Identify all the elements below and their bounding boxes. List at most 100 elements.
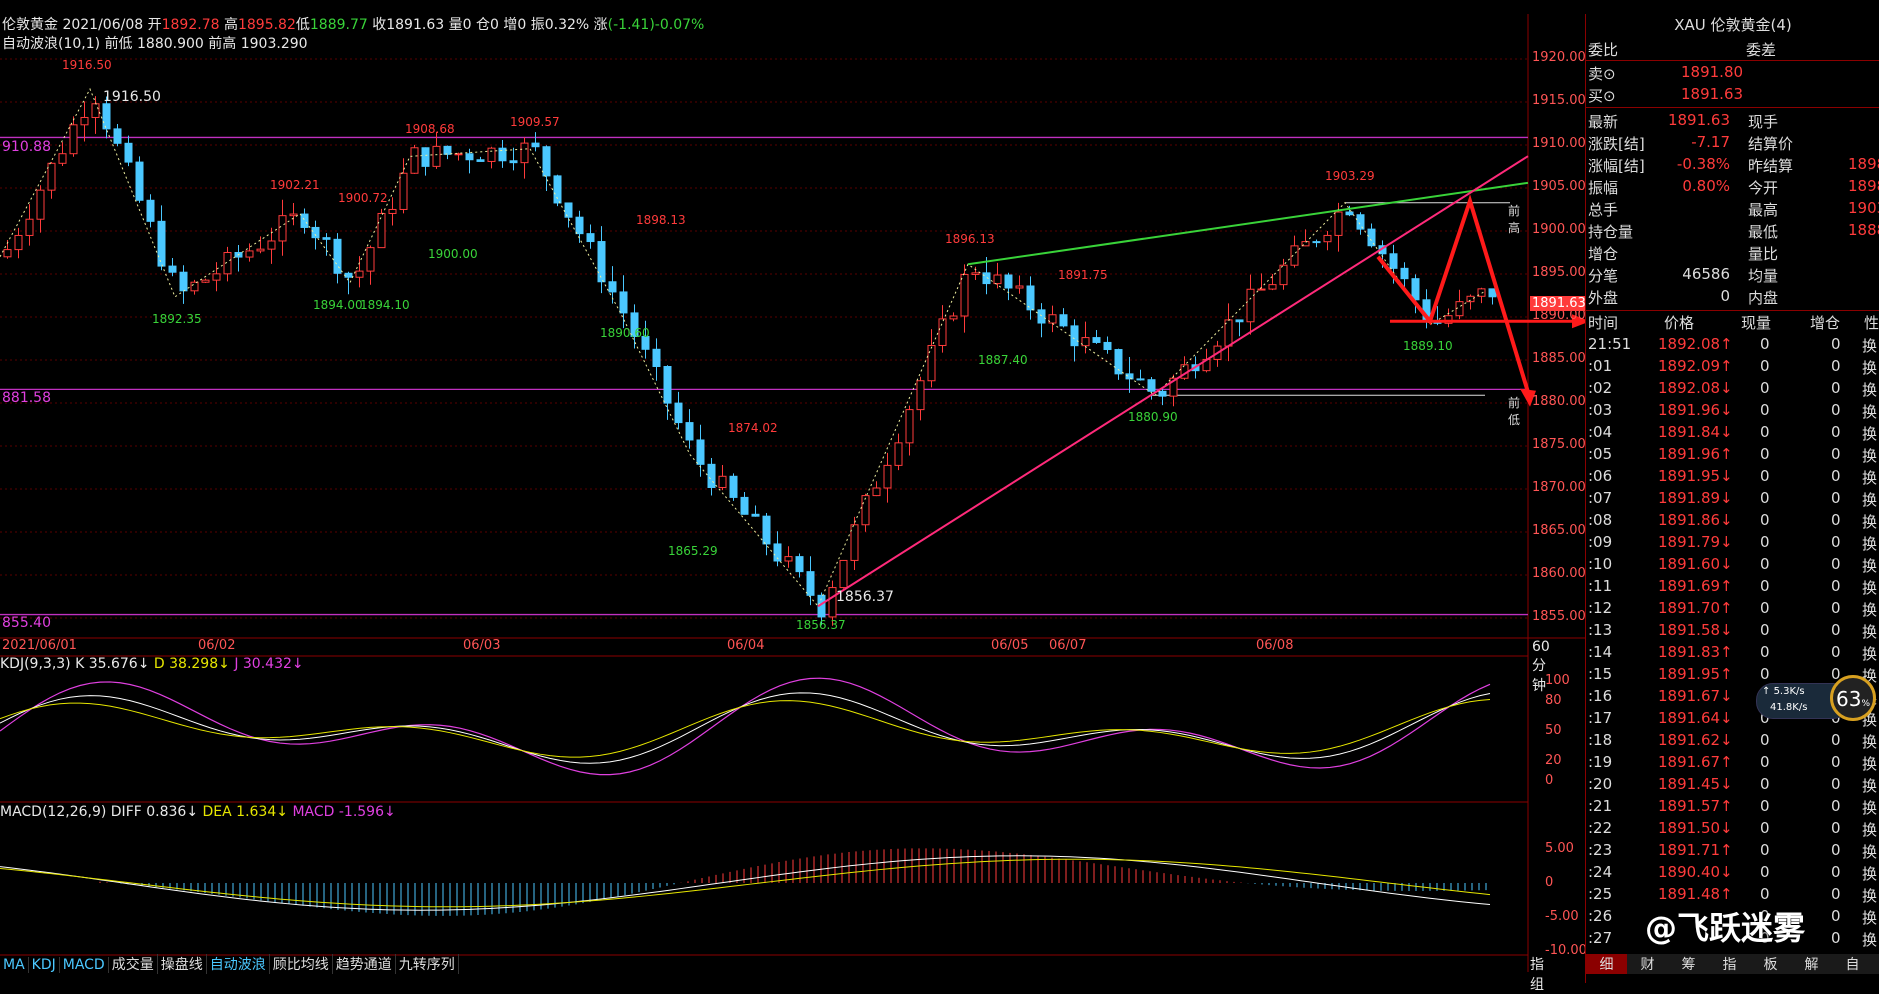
tick-time: :24 [1588, 863, 1613, 881]
wave-label: 1865.29 [668, 544, 718, 558]
candle-body [872, 487, 881, 497]
tick-nature: 换 [1862, 887, 1878, 905]
wave-label: 1894.10 [360, 298, 410, 312]
tick-row[interactable]: :07 1891.89↓ 0 0 换 [1586, 489, 1879, 511]
tick-nature: 换 [1862, 447, 1878, 465]
candle-body [729, 475, 738, 498]
sell-row[interactable]: 卖⊙ 1891.80 [1586, 62, 1879, 84]
candle-body [586, 233, 595, 243]
weicha-label: 委差 [1746, 41, 1777, 59]
tick-row[interactable]: :02 1892.08↓ 0 0 换 [1586, 379, 1879, 401]
indicator-tab[interactable]: 自动波浪 [207, 954, 270, 974]
tick-row[interactable]: :20 1891.45↓ 0 0 换 [1586, 775, 1879, 797]
stat-label2: 均量 [1748, 267, 1779, 285]
gauge-pct-value: 63 [1836, 687, 1862, 711]
panel-tab[interactable]: 财 [1627, 954, 1668, 974]
buy-row[interactable]: 买⊙ 1891.63 [1586, 84, 1879, 106]
tick-row[interactable]: :23 1891.71↑ 0 0 换 [1586, 841, 1879, 863]
tick-price: 1891.86↓ [1658, 511, 1733, 529]
wave-label: 1898.13 [636, 213, 686, 227]
candlestick-chart[interactable] [0, 0, 1585, 983]
indicator-tab[interactable]: 成交量 [109, 954, 158, 974]
tick-row[interactable]: :18 1891.62↓ 0 0 换 [1586, 731, 1879, 753]
price-axis-label: 1920.00 [1532, 50, 1586, 65]
tick-row[interactable]: :11 1891.69↑ 0 0 换 [1586, 577, 1879, 599]
candle-body [124, 142, 133, 163]
chart-area[interactable]: 伦敦黄金 2021/06/08 开1892.78 高1895.82低1889.7… [0, 0, 1588, 993]
tick-time: :03 [1588, 401, 1613, 419]
price-axis-label: 1880.00 [1532, 394, 1586, 409]
tick-row[interactable]: :14 1891.83↑ 0 0 换 [1586, 643, 1879, 665]
stat-value: 0 [1720, 287, 1730, 305]
indicator-tab[interactable]: 顾比均线 [270, 954, 333, 974]
candle-body [487, 147, 496, 162]
indicator-tab[interactable]: MACD [60, 957, 109, 973]
date-axis-label: 2021/06/01 [2, 638, 77, 653]
tick-row[interactable]: :10 1891.60↓ 0 0 换 [1586, 555, 1879, 577]
wave-label: 1880.90 [1128, 410, 1178, 424]
tick-row[interactable]: :06 1891.95↓ 0 0 换 [1586, 467, 1879, 489]
tick-row[interactable]: :04 1891.84↓ 0 0 换 [1586, 423, 1879, 445]
panel-tab[interactable]: 指 [1709, 954, 1750, 974]
candle-body [971, 272, 980, 275]
tick-oi: 0 [1831, 511, 1841, 529]
kdj-j-line [0, 677, 1491, 776]
tick-row[interactable]: :12 1891.70↑ 0 0 换 [1586, 599, 1879, 621]
kdj-header: KDJ(9,3,3) K 35.676↓ D 38.298↓ J 30.432↓ [0, 656, 304, 672]
wave-label: 1887.40 [978, 353, 1028, 367]
candle-body [454, 153, 463, 156]
candle-body [1312, 241, 1321, 244]
tick-row[interactable]: 21:51 1892.08↑ 0 0 换 [1586, 335, 1879, 357]
panel-tab[interactable]: 筹 [1668, 954, 1709, 974]
tick-volume: 0 [1760, 775, 1770, 793]
indicator-tab[interactable]: 九转序列 [396, 954, 459, 974]
macd-diff-line [0, 855, 1491, 911]
candle-body [894, 442, 903, 466]
kdj-d-line [0, 699, 1491, 758]
bottom-right-label[interactable]: 指 组 [1530, 954, 1544, 994]
volume-label: 量 [448, 17, 463, 33]
panel-tab[interactable]: 解 [1791, 954, 1832, 974]
panel-tab[interactable]: 板 [1750, 954, 1791, 974]
tick-row[interactable]: :01 1892.09↑ 0 0 换 [1586, 357, 1879, 379]
candle-body [432, 145, 441, 167]
indicator-tab[interactable]: KDJ [29, 957, 60, 973]
candle-body [1048, 314, 1057, 324]
tick-row[interactable]: :03 1891.96↓ 0 0 换 [1586, 401, 1879, 423]
tick-row[interactable]: :22 1891.50↓ 0 0 换 [1586, 819, 1879, 841]
tick-row[interactable]: :21 1891.57↑ 0 0 换 [1586, 797, 1879, 819]
divider [1586, 107, 1879, 108]
indicator-tab[interactable]: 趋势通道 [333, 954, 396, 974]
tick-price: 1892.09↑ [1658, 357, 1733, 375]
tick-price: 1891.45↓ [1658, 775, 1733, 793]
tick-row[interactable]: :19 1891.67↑ 0 0 换 [1586, 753, 1879, 775]
tick-row[interactable]: :09 1891.79↓ 0 0 换 [1586, 533, 1879, 555]
tick-row[interactable]: :05 1891.96↑ 0 0 换 [1586, 445, 1879, 467]
tick-oi: 0 [1831, 445, 1841, 463]
tick-row[interactable]: :24 1890.40↓ 0 0 换 [1586, 863, 1879, 885]
stat-row: 增仓 量比 [1586, 242, 1879, 264]
panel-tab[interactable]: 细 [1586, 954, 1627, 974]
candle-body [1400, 267, 1409, 280]
indicator-tab[interactable]: 操盘线 [158, 954, 207, 974]
prev-low-tag: 前低 [1508, 396, 1521, 427]
candle-body [674, 402, 683, 424]
candle-body [740, 496, 749, 515]
indicator-tab[interactable]: MA [0, 957, 29, 973]
tick-volume: 0 [1760, 797, 1770, 815]
open-label: 开 [147, 17, 162, 33]
speed-gauge[interactable]: ↑ 5.3K/s 41.8K/s 63% [1756, 675, 1879, 723]
panel-tab[interactable]: 自 [1832, 954, 1873, 974]
weibi-label: 委比 [1588, 41, 1619, 59]
buy-label: 买⊙ [1588, 87, 1616, 105]
candle-body [597, 241, 606, 283]
stat-value2: 1898 [1848, 155, 1879, 173]
candle-body [190, 281, 199, 292]
tick-oi: 0 [1831, 577, 1841, 595]
tick-row[interactable]: :13 1891.58↓ 0 0 换 [1586, 621, 1879, 643]
add-value: 0 [517, 17, 527, 33]
tick-row[interactable]: :08 1891.86↓ 0 0 换 [1586, 511, 1879, 533]
tick-oi: 0 [1831, 401, 1841, 419]
indicator-tabs: MA KDJ MACD 成交量 操盘线 自动波浪 顾比均线 趋势通道 九转序列 [0, 954, 459, 974]
candle-body [1147, 379, 1156, 392]
